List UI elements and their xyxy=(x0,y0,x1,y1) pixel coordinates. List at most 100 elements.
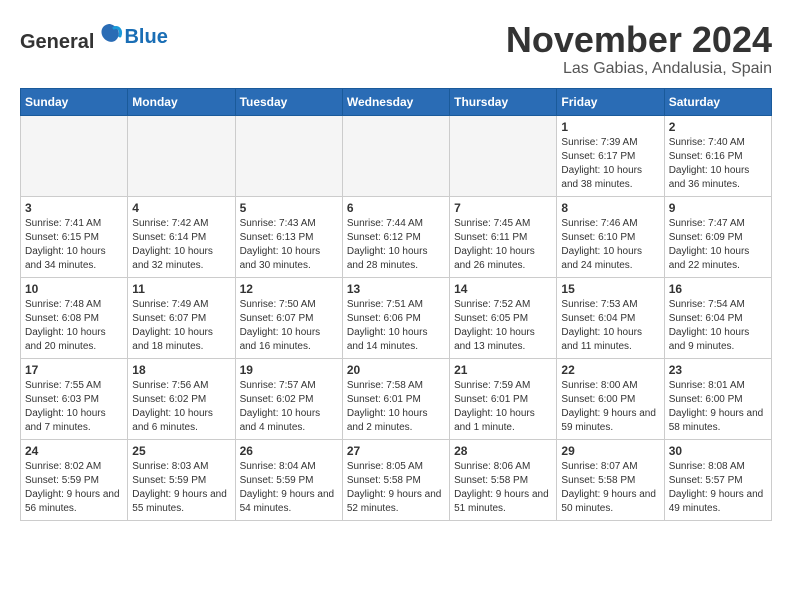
day-number: 30 xyxy=(669,444,767,458)
day-info: Sunrise: 7:43 AM Sunset: 6:13 PM Dayligh… xyxy=(240,217,338,273)
day-number: 9 xyxy=(669,201,767,215)
day-number: 7 xyxy=(454,201,552,215)
day-info: Sunrise: 8:05 AM Sunset: 5:58 PM Dayligh… xyxy=(347,460,445,516)
calendar-cell: 15 Sunrise: 7:53 AM Sunset: 6:04 PM Dayli… xyxy=(557,277,664,358)
calendar-week-0: 1 Sunrise: 7:39 AM Sunset: 6:17 PM Daylig… xyxy=(21,115,772,196)
day-number: 4 xyxy=(132,201,230,215)
day-number: 16 xyxy=(669,282,767,296)
logo: General Blue xyxy=(20,20,168,54)
calendar-body: 1 Sunrise: 7:39 AM Sunset: 6:17 PM Daylig… xyxy=(21,115,772,520)
location-subtitle: Las Gabias, Andalusia, Spain xyxy=(506,60,772,78)
calendar-cell: 14 Sunrise: 7:52 AM Sunset: 6:05 PM Dayli… xyxy=(450,277,557,358)
calendar-week-3: 17 Sunrise: 7:55 AM Sunset: 6:03 PM Dayli… xyxy=(21,358,772,439)
day-info: Sunrise: 8:02 AM Sunset: 5:59 PM Dayligh… xyxy=(25,460,123,516)
day-info: Sunrise: 7:49 AM Sunset: 6:07 PM Dayligh… xyxy=(132,298,230,354)
calendar-header-thursday: Thursday xyxy=(450,88,557,115)
day-number: 12 xyxy=(240,282,338,296)
day-info: Sunrise: 7:50 AM Sunset: 6:07 PM Dayligh… xyxy=(240,298,338,354)
calendar-cell: 3Sunrise: 7:41 AM Sunset: 6:15 PM Daylig… xyxy=(21,196,128,277)
day-number: 28 xyxy=(454,444,552,458)
calendar-header-row: SundayMondayTuesdayWednesdayThursdayFrid… xyxy=(21,88,772,115)
calendar-header-tuesday: Tuesday xyxy=(235,88,342,115)
calendar-cell xyxy=(235,115,342,196)
day-number: 20 xyxy=(347,363,445,377)
day-number: 15 xyxy=(561,282,659,296)
day-number: 24 xyxy=(25,444,123,458)
calendar-cell: 23Sunrise: 8:01 AM Sunset: 6:00 PM Dayli… xyxy=(664,358,771,439)
calendar-cell: 21Sunrise: 7:59 AM Sunset: 6:01 PM Dayli… xyxy=(450,358,557,439)
day-info: Sunrise: 7:52 AM Sunset: 6:05 PM Dayligh… xyxy=(454,298,552,354)
calendar-cell xyxy=(450,115,557,196)
calendar-week-2: 10 Sunrise: 7:48 AM Sunset: 6:08 PM Dayli… xyxy=(21,277,772,358)
day-info: Sunrise: 8:06 AM Sunset: 5:58 PM Dayligh… xyxy=(454,460,552,516)
day-number: 19 xyxy=(240,363,338,377)
logo-blue: Blue xyxy=(124,26,167,48)
calendar-cell: 27 Sunrise: 8:05 AM Sunset: 5:58 PM Dayli… xyxy=(342,439,449,520)
calendar-cell xyxy=(342,115,449,196)
day-info: Sunrise: 7:39 AM Sunset: 6:17 PM Dayligh… xyxy=(561,136,659,192)
day-info: Sunrise: 7:44 AM Sunset: 6:12 PM Dayligh… xyxy=(347,217,445,273)
day-info: Sunrise: 7:54 AM Sunset: 6:04 PM Dayligh… xyxy=(669,298,767,354)
calendar-header-sunday: Sunday xyxy=(21,88,128,115)
day-info: Sunrise: 8:03 AM Sunset: 5:59 PM Dayligh… xyxy=(132,460,230,516)
month-title: November 2024 xyxy=(506,20,772,60)
calendar-cell: 1 Sunrise: 7:39 AM Sunset: 6:17 PM Daylig… xyxy=(557,115,664,196)
calendar-header-monday: Monday xyxy=(128,88,235,115)
day-info: Sunrise: 8:01 AM Sunset: 6:00 PM Dayligh… xyxy=(669,379,767,435)
day-number: 17 xyxy=(25,363,123,377)
day-number: 10 xyxy=(25,282,123,296)
day-info: Sunrise: 7:58 AM Sunset: 6:01 PM Dayligh… xyxy=(347,379,445,435)
day-number: 25 xyxy=(132,444,230,458)
calendar-cell: 26 Sunrise: 8:04 AM Sunset: 5:59 PM Dayli… xyxy=(235,439,342,520)
day-number: 2 xyxy=(669,120,767,134)
day-number: 29 xyxy=(561,444,659,458)
day-info: Sunrise: 7:56 AM Sunset: 6:02 PM Dayligh… xyxy=(132,379,230,435)
day-info: Sunrise: 7:53 AM Sunset: 6:04 PM Dayligh… xyxy=(561,298,659,354)
calendar-cell: 12 Sunrise: 7:50 AM Sunset: 6:07 PM Dayli… xyxy=(235,277,342,358)
day-number: 26 xyxy=(240,444,338,458)
day-info: Sunrise: 7:59 AM Sunset: 6:01 PM Dayligh… xyxy=(454,379,552,435)
day-number: 1 xyxy=(561,120,659,134)
calendar-cell: 11 Sunrise: 7:49 AM Sunset: 6:07 PM Dayli… xyxy=(128,277,235,358)
day-number: 13 xyxy=(347,282,445,296)
title-area: November 2024 Las Gabias, Andalusia, Spa… xyxy=(506,20,772,78)
calendar-cell: 24 Sunrise: 8:02 AM Sunset: 5:59 PM Dayli… xyxy=(21,439,128,520)
calendar-cell: 13Sunrise: 7:51 AM Sunset: 6:06 PM Dayli… xyxy=(342,277,449,358)
calendar-cell: 20 Sunrise: 7:58 AM Sunset: 6:01 PM Dayli… xyxy=(342,358,449,439)
day-number: 22 xyxy=(561,363,659,377)
calendar-header-friday: Friday xyxy=(557,88,664,115)
day-number: 14 xyxy=(454,282,552,296)
calendar-cell: 16 Sunrise: 7:54 AM Sunset: 6:04 PM Dayli… xyxy=(664,277,771,358)
day-info: Sunrise: 7:57 AM Sunset: 6:02 PM Dayligh… xyxy=(240,379,338,435)
day-info: Sunrise: 8:07 AM Sunset: 5:58 PM Dayligh… xyxy=(561,460,659,516)
day-info: Sunrise: 7:47 AM Sunset: 6:09 PM Dayligh… xyxy=(669,217,767,273)
calendar-cell: 6 Sunrise: 7:44 AM Sunset: 6:12 PM Daylig… xyxy=(342,196,449,277)
calendar-week-4: 24 Sunrise: 8:02 AM Sunset: 5:59 PM Dayli… xyxy=(21,439,772,520)
day-info: Sunrise: 7:42 AM Sunset: 6:14 PM Dayligh… xyxy=(132,217,230,273)
day-info: Sunrise: 8:00 AM Sunset: 6:00 PM Dayligh… xyxy=(561,379,659,435)
day-info: Sunrise: 7:45 AM Sunset: 6:11 PM Dayligh… xyxy=(454,217,552,273)
calendar-cell xyxy=(21,115,128,196)
calendar-cell: 8 Sunrise: 7:46 AM Sunset: 6:10 PM Daylig… xyxy=(557,196,664,277)
header: General Blue November 2024 Las Gabias, A… xyxy=(20,20,772,78)
calendar-cell: 10 Sunrise: 7:48 AM Sunset: 6:08 PM Dayli… xyxy=(21,277,128,358)
day-number: 8 xyxy=(561,201,659,215)
day-info: Sunrise: 7:55 AM Sunset: 6:03 PM Dayligh… xyxy=(25,379,123,435)
day-number: 11 xyxy=(132,282,230,296)
calendar-table: SundayMondayTuesdayWednesdayThursdayFrid… xyxy=(20,88,772,521)
day-info: Sunrise: 7:41 AM Sunset: 6:15 PM Dayligh… xyxy=(25,217,123,273)
calendar-cell: 19 Sunrise: 7:57 AM Sunset: 6:02 PM Dayli… xyxy=(235,358,342,439)
day-info: Sunrise: 7:48 AM Sunset: 6:08 PM Dayligh… xyxy=(25,298,123,354)
calendar-header-saturday: Saturday xyxy=(664,88,771,115)
day-number: 6 xyxy=(347,201,445,215)
day-info: Sunrise: 8:08 AM Sunset: 5:57 PM Dayligh… xyxy=(669,460,767,516)
calendar-week-1: 3Sunrise: 7:41 AM Sunset: 6:15 PM Daylig… xyxy=(21,196,772,277)
day-number: 27 xyxy=(347,444,445,458)
logo-icon xyxy=(96,20,124,48)
calendar-cell: 7 Sunrise: 7:45 AM Sunset: 6:11 PM Daylig… xyxy=(450,196,557,277)
calendar-cell: 29 Sunrise: 8:07 AM Sunset: 5:58 PM Dayli… xyxy=(557,439,664,520)
calendar-cell: 25 Sunrise: 8:03 AM Sunset: 5:59 PM Dayli… xyxy=(128,439,235,520)
day-info: Sunrise: 7:40 AM Sunset: 6:16 PM Dayligh… xyxy=(669,136,767,192)
day-info: Sunrise: 8:04 AM Sunset: 5:59 PM Dayligh… xyxy=(240,460,338,516)
day-info: Sunrise: 7:46 AM Sunset: 6:10 PM Dayligh… xyxy=(561,217,659,273)
